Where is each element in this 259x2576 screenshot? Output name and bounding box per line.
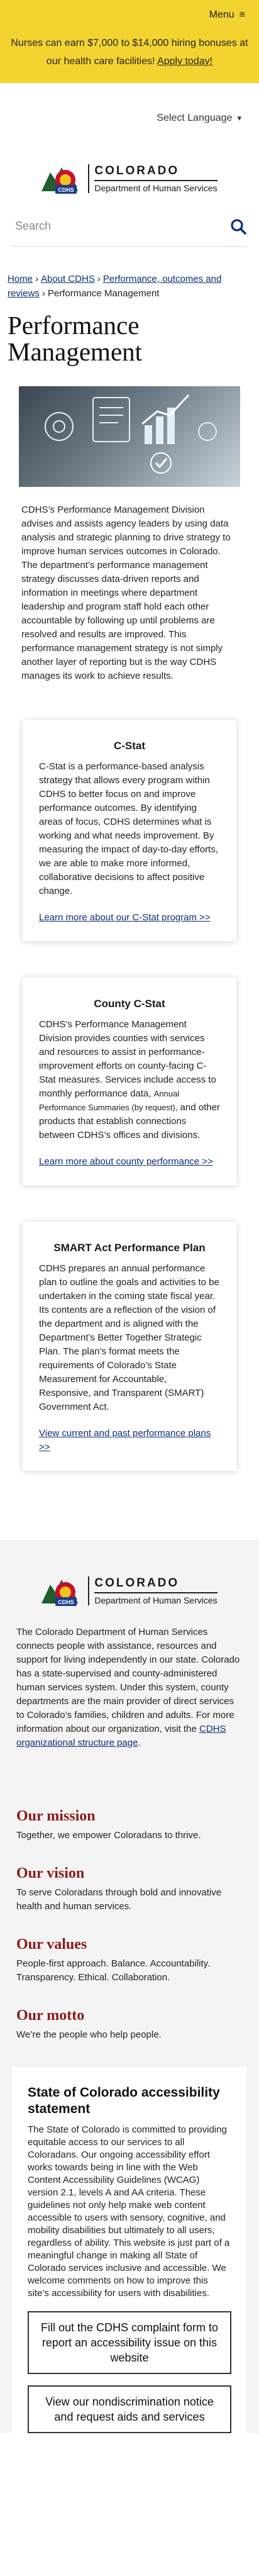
cdhs-footer-logo[interactable]: CDHS COLORADO Department of Human Servic…	[41, 1573, 218, 1609]
smart-act-card: SMART Act Performance Plan CDHS prepares…	[23, 1222, 236, 1471]
page-title: Performance Management	[8, 311, 143, 366]
colorado-logo-icon: CDHS	[41, 167, 79, 194]
footer-logo-row: CDHS COLORADO Department of Human Servic…	[0, 1569, 259, 1613]
breadcrumb-separator: ›	[35, 274, 39, 284]
nondiscrimination-notice-button[interactable]: View our nondiscrimination notice and re…	[28, 2385, 231, 2433]
top-bar: Menu ≡	[0, 0, 259, 30]
footer-about: The Colorado Department of Human Service…	[16, 1627, 240, 1748]
language-selector[interactable]: Select Language ▾	[0, 83, 259, 153]
card-body: CDHS prepares an annual performance plan…	[39, 1263, 219, 1412]
card-body: CDHS’s Performance Management Division p…	[39, 1018, 220, 1142]
colorado-logo-mark: CDHS	[41, 161, 83, 196]
mission-heading: Our mission	[16, 1808, 96, 1824]
analytics-illustration	[45, 394, 217, 474]
colorado-logo-icon: CDHS	[41, 1580, 79, 1606]
menu-icon[interactable]: ≡	[240, 9, 245, 21]
values-heading: Our values	[16, 1936, 87, 1953]
logo-wordmark: COLORADO Department of Human Services	[88, 1576, 218, 1605]
county-cstat-card: County C-Stat CDHS’s Performance Managem…	[23, 978, 236, 1185]
breadcrumb-current: Performance Management	[47, 288, 160, 299]
svg-text:CDHS: CDHS	[58, 187, 75, 193]
cstat-learn-more-link[interactable]: Learn more about our C-Stat program >>	[39, 911, 220, 925]
breadcrumb-separator: ›	[97, 274, 101, 284]
apply-today-link[interactable]: Apply today!	[157, 56, 212, 67]
card-title: C-Stat	[113, 740, 146, 752]
logo-wordmark: COLORADO Department of Human Services	[88, 164, 218, 193]
chevron-down-icon[interactable]: ▾	[237, 113, 241, 123]
svg-text:CDHS: CDHS	[58, 1599, 75, 1605]
card-body-text: CDHS’s Performance Management Division p…	[39, 1019, 216, 1099]
logo-word: COLORADO	[94, 1576, 180, 1590]
vision-text: To serve Coloradans through bold and inn…	[16, 1887, 222, 1912]
search-input[interactable]: Search	[13, 220, 51, 233]
site-footer: CDHS COLORADO Department of Human Servic…	[0, 1540, 259, 2448]
search-icon[interactable]	[230, 218, 246, 235]
accessibility-heading: State of Colorado accessibility statemen…	[28, 2085, 220, 2116]
card-title: County C-Stat	[94, 998, 165, 1010]
cstat-card: C-Stat C-Stat is a performance-based ana…	[23, 720, 236, 941]
breadcrumb-separator: ›	[41, 288, 45, 299]
breadcrumb-home[interactable]: Home	[8, 274, 33, 284]
card-title: SMART Act Performance Plan	[53, 1242, 206, 1254]
county-performance-link[interactable]: Learn more about county performance >>	[39, 1155, 220, 1169]
motto-text: We’re the people who help people.	[16, 2029, 162, 2040]
complaint-form-button[interactable]: Fill out the CDHS complaint form to repo…	[28, 2311, 231, 2374]
menu-label[interactable]: Menu	[209, 9, 234, 21]
hero-image	[19, 386, 240, 487]
promo-banner: Nurses can earn $7,000 to $14,000 hiring…	[0, 30, 259, 83]
logo-dept: Department of Human Services	[94, 1592, 218, 1605]
logo-word: COLORADO	[94, 164, 180, 177]
motto-heading: Our motto	[16, 2007, 85, 2024]
cdhs-logo[interactable]: CDHS COLORADO Department of Human Servic…	[41, 161, 218, 196]
colorado-logo-mark: CDHS	[41, 1573, 83, 1609]
footer-about-text: The Colorado Department of Human Service…	[16, 1627, 240, 1734]
breadcrumb: Home › About CDHS › Performance, outcomes an…	[0, 247, 259, 301]
logo-dept: Department of Human Services	[94, 180, 218, 193]
language-label[interactable]: Select Language	[157, 113, 232, 124]
breadcrumb-about[interactable]: About CDHS	[41, 274, 95, 284]
values-text: People-first approach. Balance. Accounta…	[16, 1958, 211, 1983]
search-bar: Search	[13, 206, 246, 247]
performance-plans-link[interactable]: View current and past performance plans …	[39, 1427, 220, 1454]
header-logo-row: CDHS COLORADO Department of Human Servic…	[0, 153, 259, 204]
accessibility-body: The State of Colorado is committed to pr…	[28, 2124, 230, 2299]
vision-heading: Our vision	[16, 1865, 85, 1882]
accessibility-statement: State of Colorado accessibility statemen…	[13, 2067, 246, 2448]
card-body: C-Stat is a performance-based analysis s…	[39, 761, 218, 896]
intro-paragraph: CDHS’s Performance Management Division a…	[21, 505, 231, 681]
mission-text: Together, we empower Coloradans to thriv…	[16, 1830, 201, 1841]
